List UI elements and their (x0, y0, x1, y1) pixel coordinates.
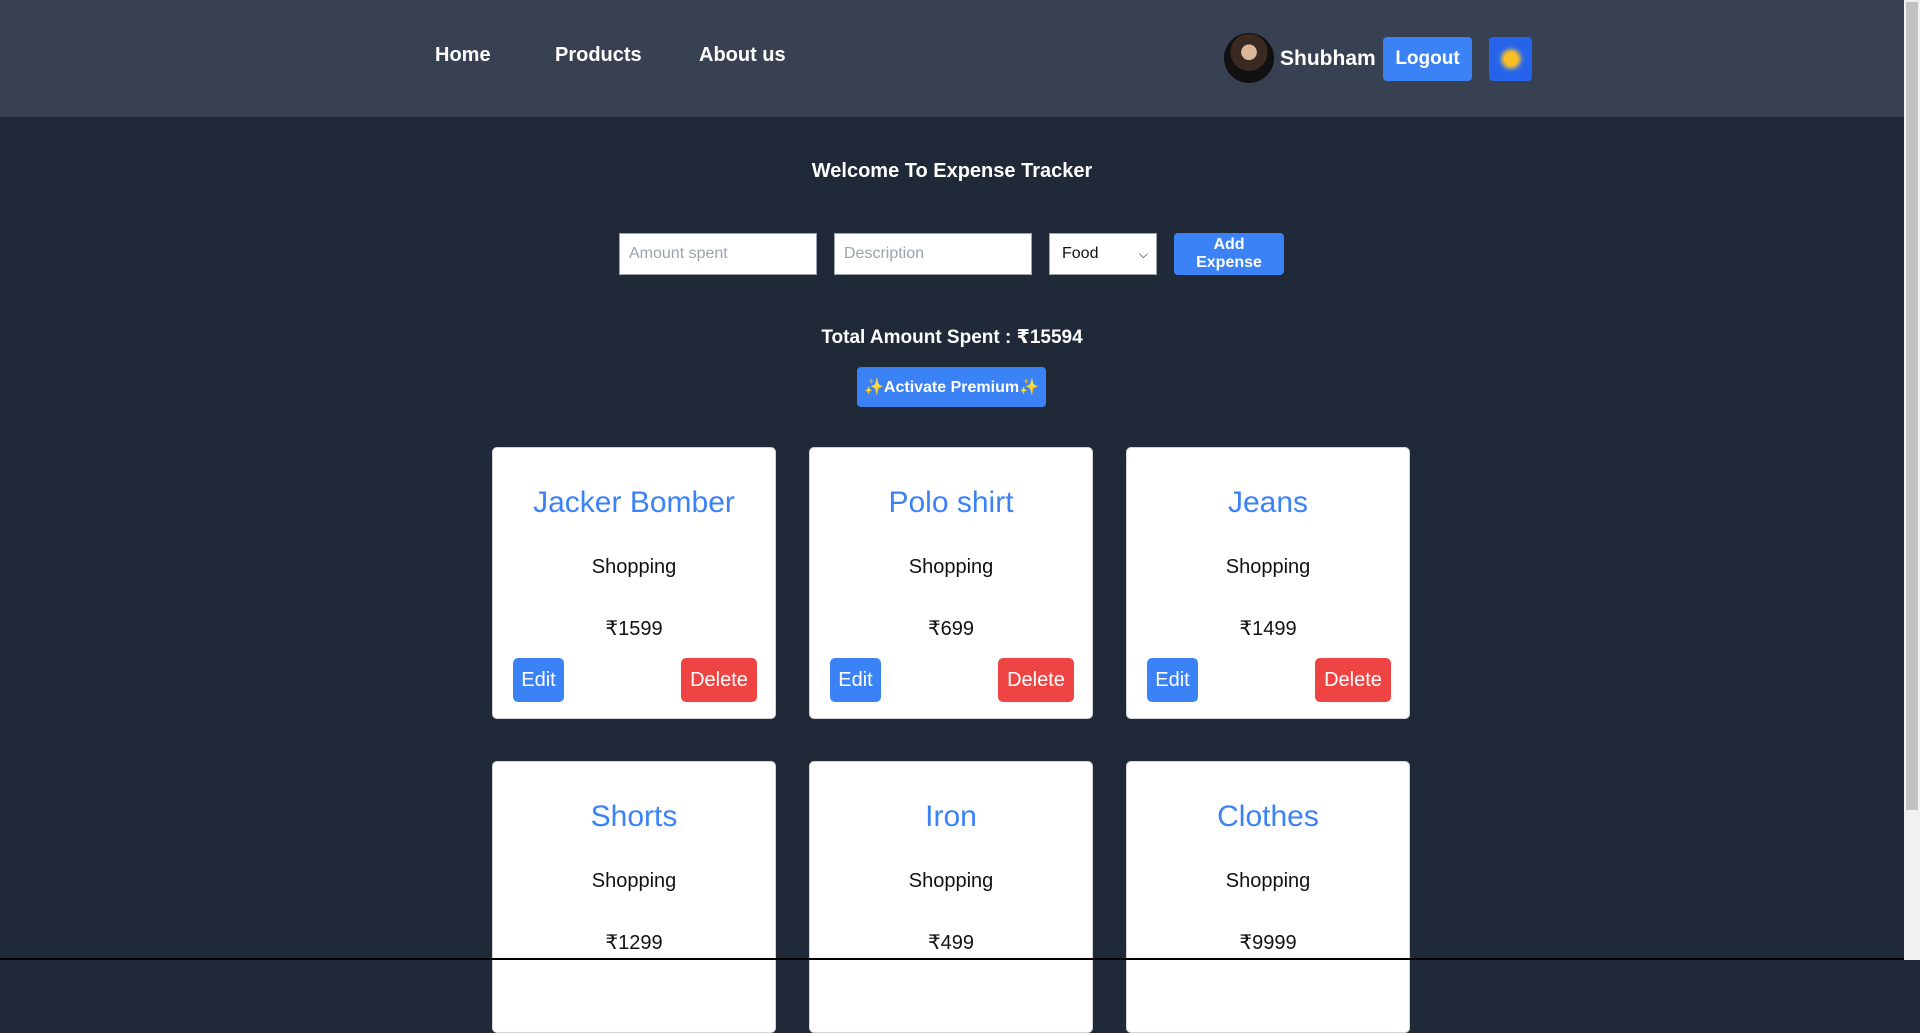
user-avatar (1224, 33, 1274, 83)
expense-card: Iron Shopping ₹499 (809, 761, 1093, 1033)
username: Shubham (1280, 47, 1376, 70)
delete-button[interactable]: Delete (681, 658, 757, 702)
navbar: Home Products About us Shubham Logout (0, 0, 1904, 117)
expense-title: Iron (925, 800, 977, 833)
expense-category: Shopping (591, 556, 677, 578)
delete-button[interactable]: Delete (998, 658, 1074, 702)
page-title: Welcome To Expense Tracker (811, 160, 1093, 182)
expense-title: Shorts (590, 800, 678, 833)
expense-category: Shopping (1225, 556, 1311, 578)
category-select[interactable]: Food ⌵ (1049, 233, 1157, 275)
expense-title: Polo shirt (888, 486, 1014, 519)
sun-icon (1503, 52, 1518, 66)
expense-price: ₹1299 (605, 932, 663, 954)
expense-category: Shopping (908, 870, 994, 892)
add-expense-button[interactable]: Add Expense (1174, 233, 1284, 275)
expense-title: Jeans (1227, 486, 1309, 519)
expense-card: Jacker Bomber Shopping ₹1599 Edit Delete (492, 447, 776, 719)
nav-link-home[interactable]: Home (435, 44, 491, 67)
delete-button[interactable]: Delete (1315, 658, 1391, 702)
expense-card: Shorts Shopping ₹1299 (492, 761, 776, 1033)
description-input[interactable] (834, 233, 1032, 275)
expense-title: Jacker Bomber (533, 486, 735, 519)
amount-input[interactable] (619, 233, 817, 275)
expense-price: ₹1599 (605, 618, 663, 640)
logout-button[interactable]: Logout (1383, 37, 1472, 81)
expense-title: Clothes (1217, 800, 1319, 833)
expense-price: ₹499 (927, 932, 975, 954)
scrollbar-thumb[interactable] (1906, 2, 1918, 810)
expense-card: Clothes Shopping ₹9999 (1126, 761, 1410, 1033)
chevron-down-icon: ⌵ (1138, 246, 1148, 261)
expense-price: ₹9999 (1239, 932, 1297, 954)
nav-link-products[interactable]: Products (555, 44, 642, 67)
edit-button[interactable]: Edit (1147, 658, 1198, 702)
theme-toggle-button[interactable] (1489, 37, 1532, 81)
expense-card: Jeans Shopping ₹1499 Edit Delete (1126, 447, 1410, 719)
expense-card: Polo shirt Shopping ₹699 Edit Delete (809, 447, 1093, 719)
total-amount: Total Amount Spent : ₹15594 (821, 327, 1083, 348)
activate-premium-button[interactable]: ✨Activate Premium✨ (857, 367, 1046, 407)
edit-button[interactable]: Edit (513, 658, 564, 702)
nav-link-about-us[interactable]: About us (699, 44, 786, 67)
expense-price: ₹1499 (1239, 618, 1297, 640)
expense-category: Shopping (908, 556, 994, 578)
edit-button[interactable]: Edit (830, 658, 881, 702)
expense-category: Shopping (591, 870, 677, 892)
category-select-value: Food (1062, 245, 1099, 262)
expense-category: Shopping (1225, 870, 1311, 892)
expense-price: ₹699 (927, 618, 975, 640)
